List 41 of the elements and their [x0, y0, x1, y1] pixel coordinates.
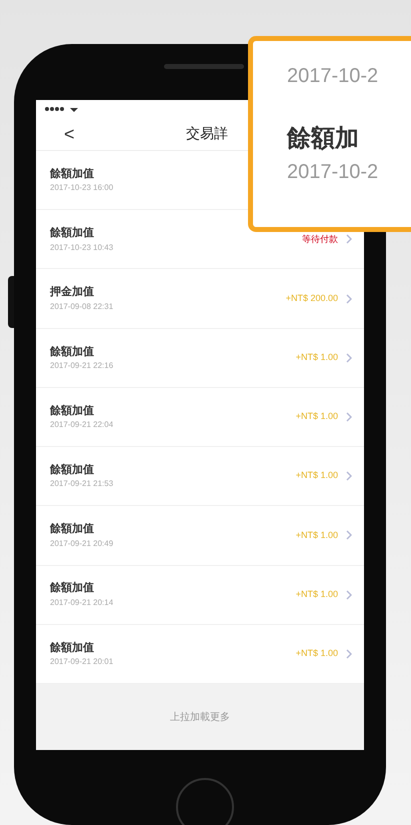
- transaction-date: 2017-09-21 22:16: [50, 360, 114, 372]
- callout-date: 2017-10-2: [287, 160, 380, 185]
- transaction-name: 押金加值: [50, 284, 95, 300]
- transaction-amount: +NT$ 1.00: [296, 647, 338, 660]
- transaction-name: 餘額加值: [50, 166, 95, 182]
- transaction-date: 2017-10-23 10:43: [50, 242, 114, 254]
- transaction-amount: +NT$ 200.00: [286, 292, 338, 305]
- chevron-right-icon[interactable]: [346, 590, 352, 600]
- transaction-amount: +NT$ 1.00: [296, 588, 338, 601]
- chevron-right-icon[interactable]: [346, 234, 352, 244]
- chevron-right-icon[interactable]: [346, 471, 352, 482]
- load-more-hint: 上拉加載更多: [170, 710, 230, 724]
- transaction-amount: +NT$ 1.00: [296, 410, 338, 424]
- transaction-date: 2017-09-21 21:53: [50, 478, 114, 490]
- transaction-name: 餘額加值: [50, 404, 95, 419]
- back-button[interactable]: <: [64, 124, 75, 142]
- callout-date: 2017-10-2: [287, 64, 380, 89]
- transaction-amount: +NT$ 1.00: [296, 351, 338, 364]
- transaction-name: 餘額加值: [50, 640, 95, 656]
- transaction-amount: +NT$ 1.00: [296, 469, 338, 482]
- home-button[interactable]: [176, 778, 234, 825]
- transaction-name: 餘額加值: [50, 344, 95, 360]
- transaction-name: 餘額加值: [50, 580, 95, 596]
- screen-title: 交易詳: [186, 124, 228, 143]
- chevron-right-icon[interactable]: [346, 648, 352, 659]
- transaction-date: 2017-09-21 20:01: [50, 656, 114, 668]
- chevron-right-icon[interactable]: [346, 294, 352, 304]
- chevron-right-icon[interactable]: [346, 352, 352, 363]
- transaction-date: 2017-09-21 20:49: [50, 538, 114, 550]
- transaction-date: 2017-09-08 22:31: [50, 300, 114, 313]
- transaction-name: 餘額加值: [50, 226, 95, 242]
- transaction-name: 餘額加值: [50, 522, 95, 538]
- payment-status: 等待付款: [302, 232, 338, 246]
- transaction-amount: +NT$ 1.00: [296, 528, 338, 542]
- chevron-right-icon[interactable]: [346, 412, 352, 422]
- transaction-date: 2017-10-23 16:00: [50, 182, 114, 194]
- transaction-name: 餘額加值: [50, 462, 95, 478]
- transaction-date: 2017-09-21 20:14: [50, 596, 114, 609]
- transaction-date: 2017-09-21 22:04: [50, 419, 114, 432]
- callout-title: 餘額加: [287, 124, 360, 154]
- chevron-right-icon[interactable]: [346, 530, 352, 540]
